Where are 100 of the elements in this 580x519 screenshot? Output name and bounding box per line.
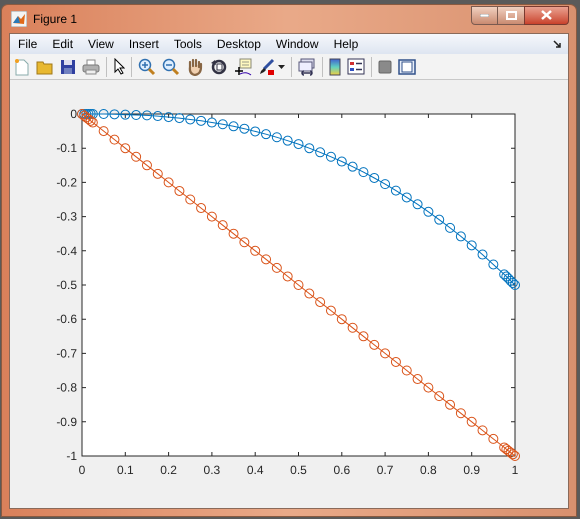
x-tick-label: 0.3 [204, 463, 220, 477]
window-frame-icon[interactable] [398, 58, 416, 74]
point [196, 116, 206, 126]
x-tick-label: 0.1 [116, 463, 134, 477]
point [239, 237, 250, 248]
point [152, 111, 163, 122]
point [488, 434, 498, 444]
maximize-button[interactable] [498, 6, 524, 24]
hand-icon[interactable] [186, 58, 204, 76]
pointer-icon[interactable] [113, 58, 125, 75]
point [402, 366, 412, 376]
point [142, 160, 152, 170]
zoom-in-icon[interactable] [138, 58, 156, 76]
colorbar-icon[interactable] [329, 58, 341, 76]
point [402, 192, 412, 202]
y-tick-label: -1 [66, 449, 77, 463]
point [358, 331, 368, 342]
menu-item[interactable]: View [82, 35, 120, 53]
point [390, 186, 401, 196]
y-tick-label: -0.2 [56, 175, 77, 190]
point [326, 152, 336, 162]
y-tick-label: -0.5 [56, 278, 77, 292]
point [412, 199, 423, 210]
point [185, 114, 196, 124]
point [423, 382, 434, 393]
point [164, 177, 174, 188]
point [250, 126, 260, 136]
y-tick-label: -0.7 [56, 346, 77, 360]
point [98, 126, 109, 136]
point [434, 391, 444, 402]
point [250, 246, 260, 256]
point [315, 147, 326, 158]
minimize-icon [480, 14, 489, 16]
point [98, 109, 109, 119]
point [336, 156, 347, 167]
y-tick-label: 0 [70, 107, 77, 121]
point [152, 168, 163, 179]
close-button[interactable] [524, 6, 569, 24]
point [369, 340, 380, 350]
point [120, 110, 130, 120]
point [164, 112, 174, 122]
point [282, 271, 293, 282]
brush-icon[interactable] [258, 58, 276, 76]
x-tick-label: 0.7 [376, 463, 394, 477]
point [434, 214, 444, 225]
point [294, 139, 304, 150]
square-icon[interactable] [378, 60, 392, 74]
point [272, 262, 282, 273]
x-tick-label: 0.8 [420, 463, 437, 477]
point [261, 254, 272, 264]
point [488, 259, 498, 270]
point [478, 250, 488, 260]
y-tick-label: -0.9 [56, 414, 77, 429]
point [185, 194, 196, 204]
point [282, 136, 293, 146]
point [206, 212, 217, 222]
printer-icon[interactable] [82, 58, 100, 74]
point [445, 222, 456, 233]
menu-item[interactable]: Desktop [210, 35, 267, 53]
data-cursor-icon[interactable] [234, 58, 252, 76]
point [304, 143, 314, 154]
close-icon [541, 10, 552, 20]
x-tick-label: 0.6 [333, 463, 350, 477]
y-tick-label: -0.3 [56, 210, 77, 224]
menu-item[interactable]: Edit [46, 35, 80, 53]
folder-icon[interactable] [36, 58, 54, 74]
corner-arrow-icon[interactable] [553, 40, 562, 48]
point [510, 280, 520, 290]
point [504, 274, 514, 284]
menu-item[interactable]: Window [270, 35, 325, 53]
point [174, 186, 184, 196]
point [466, 240, 477, 250]
menu-item[interactable]: Tools [168, 35, 208, 53]
point [239, 124, 250, 134]
menu-item[interactable]: Insert [122, 35, 165, 53]
minimize-button[interactable] [471, 6, 498, 24]
y-tick-label: -0.6 [56, 312, 77, 326]
x-tick-label: 0.4 [246, 463, 264, 477]
point [380, 348, 390, 358]
point [510, 451, 520, 461]
point [380, 179, 390, 190]
app-logo-icon [11, 11, 27, 27]
point [348, 322, 358, 333]
x-tick-label: 0 [78, 463, 86, 477]
maximize-icon [506, 10, 516, 20]
y-tick-label: -0.8 [56, 380, 77, 395]
point [358, 167, 368, 178]
caret-icon[interactable] [278, 64, 285, 68]
menu-item[interactable]: Help [328, 35, 364, 53]
rotate-icon[interactable] [210, 58, 228, 76]
window-title: Figure 1 [33, 11, 78, 28]
zoom-out-icon[interactable] [162, 58, 180, 76]
point [131, 152, 142, 162]
linked-plots-icon[interactable] [298, 58, 316, 76]
point [423, 206, 434, 217]
point [294, 280, 304, 290]
y-tick-label: -0.1 [56, 141, 77, 156]
menu-item[interactable]: File [12, 35, 44, 53]
legend-icon[interactable] [347, 58, 365, 75]
point [478, 425, 488, 436]
